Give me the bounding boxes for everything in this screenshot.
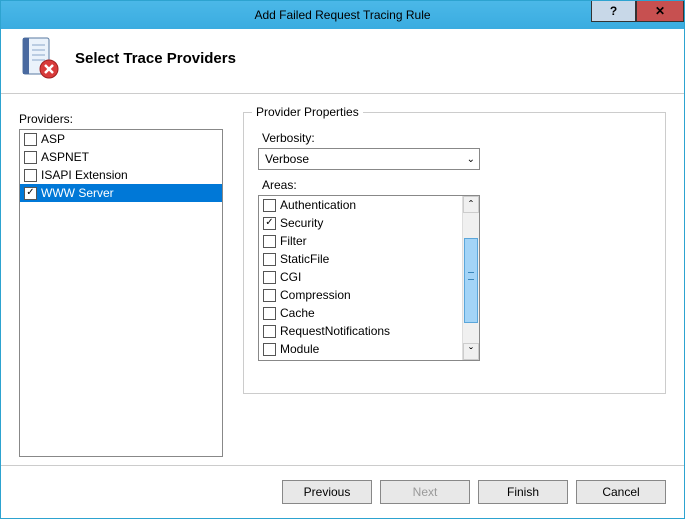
area-item[interactable]: StaticFile [259, 250, 462, 268]
area-item[interactable]: Cache [259, 304, 462, 322]
window-title: Add Failed Request Tracing Rule [1, 8, 684, 22]
area-item[interactable]: ✓ Security [259, 214, 462, 232]
scroll-track[interactable] [463, 213, 479, 343]
area-label: Cache [280, 306, 315, 320]
provider-label: ASPNET [41, 150, 89, 164]
scroll-thumb[interactable] [464, 238, 478, 323]
titlebar: Add Failed Request Tracing Rule ? ✕ [1, 1, 684, 29]
page-title: Select Trace Providers [75, 50, 236, 67]
chevron-down-icon: ⌄ [467, 154, 475, 165]
areas-label: Areas: [262, 178, 651, 192]
provider-label: ASP [41, 132, 65, 146]
next-button: Next [380, 480, 470, 504]
checkbox[interactable] [263, 271, 276, 284]
checkbox[interactable] [24, 151, 37, 164]
areas-list: Authentication ✓ Security Filter StaticFile C… [259, 196, 462, 360]
wizard-window: Add Failed Request Tracing Rule ? ✕ Sele… [0, 0, 685, 519]
providers-listbox[interactable]: ASP ASPNET ISAPI Extension ✓ WWW Server [19, 129, 223, 457]
providers-column: Providers: ASP ASPNET ISAPI Extension ✓ WWW … [19, 112, 223, 457]
trace-document-icon [19, 37, 59, 79]
area-item[interactable]: RequestNotifications [259, 322, 462, 340]
area-item[interactable]: Compression [259, 286, 462, 304]
area-label: Compression [280, 288, 351, 302]
help-icon: ? [610, 4, 617, 18]
provider-label: WWW Server [41, 186, 114, 200]
provider-item[interactable]: ASP [20, 130, 222, 148]
properties-column: Provider Properties Verbosity: Verbose ⌄… [243, 112, 666, 457]
chevron-up-icon: ˆ [469, 198, 473, 212]
previous-button[interactable]: Previous [282, 480, 372, 504]
checkbox[interactable] [263, 325, 276, 338]
verbosity-label: Verbosity: [262, 131, 651, 145]
scroll-up-button[interactable]: ˆ [463, 196, 479, 213]
checkbox[interactable] [24, 133, 37, 146]
area-label: Security [280, 216, 323, 230]
close-button[interactable]: ✕ [636, 1, 684, 22]
previous-label: Previous [304, 485, 351, 499]
area-item[interactable]: CGI [259, 268, 462, 286]
checkbox[interactable] [263, 253, 276, 266]
checkbox[interactable] [263, 289, 276, 302]
checkbox[interactable] [263, 307, 276, 320]
checkbox[interactable] [24, 169, 37, 182]
wizard-header: Select Trace Providers [1, 29, 684, 94]
checkbox[interactable]: ✓ [263, 217, 276, 230]
provider-item[interactable]: ✓ WWW Server [20, 184, 222, 202]
group-title: Provider Properties [252, 105, 363, 119]
area-label: Module [280, 342, 319, 356]
chevron-down-icon: ˇ [469, 345, 473, 359]
providers-label: Providers: [19, 112, 223, 126]
verbosity-dropdown[interactable]: Verbose ⌄ [258, 148, 480, 170]
help-button[interactable]: ? [591, 1, 636, 22]
verbosity-value: Verbose [265, 152, 309, 166]
area-label: Filter [280, 234, 307, 248]
area-label: RequestNotifications [280, 324, 390, 338]
titlebar-buttons: ? ✕ [591, 1, 684, 22]
area-label: CGI [280, 270, 301, 284]
cancel-label: Cancel [602, 485, 639, 499]
next-label: Next [413, 485, 438, 499]
area-label: StaticFile [280, 252, 329, 266]
area-label: Authentication [280, 198, 356, 212]
finish-label: Finish [507, 485, 539, 499]
area-item[interactable]: Module [259, 340, 462, 358]
area-item[interactable]: Filter [259, 232, 462, 250]
provider-label: ISAPI Extension [41, 168, 128, 182]
close-icon: ✕ [655, 4, 665, 18]
wizard-footer: Previous Next Finish Cancel [1, 465, 684, 518]
provider-item[interactable]: ASPNET [20, 148, 222, 166]
finish-button[interactable]: Finish [478, 480, 568, 504]
areas-listbox[interactable]: Authentication ✓ Security Filter StaticFile C… [258, 195, 480, 361]
scrollbar[interactable]: ˆ ˇ [462, 196, 479, 360]
checkbox[interactable]: ✓ [24, 187, 37, 200]
content-area: Providers: ASP ASPNET ISAPI Extension ✓ WWW … [1, 94, 684, 465]
checkbox[interactable] [263, 235, 276, 248]
provider-properties-group: Provider Properties Verbosity: Verbose ⌄… [243, 112, 666, 394]
checkbox[interactable] [263, 199, 276, 212]
scroll-down-button[interactable]: ˇ [463, 343, 479, 360]
checkbox[interactable] [263, 343, 276, 356]
area-item[interactable]: Authentication [259, 196, 462, 214]
provider-item[interactable]: ISAPI Extension [20, 166, 222, 184]
cancel-button[interactable]: Cancel [576, 480, 666, 504]
